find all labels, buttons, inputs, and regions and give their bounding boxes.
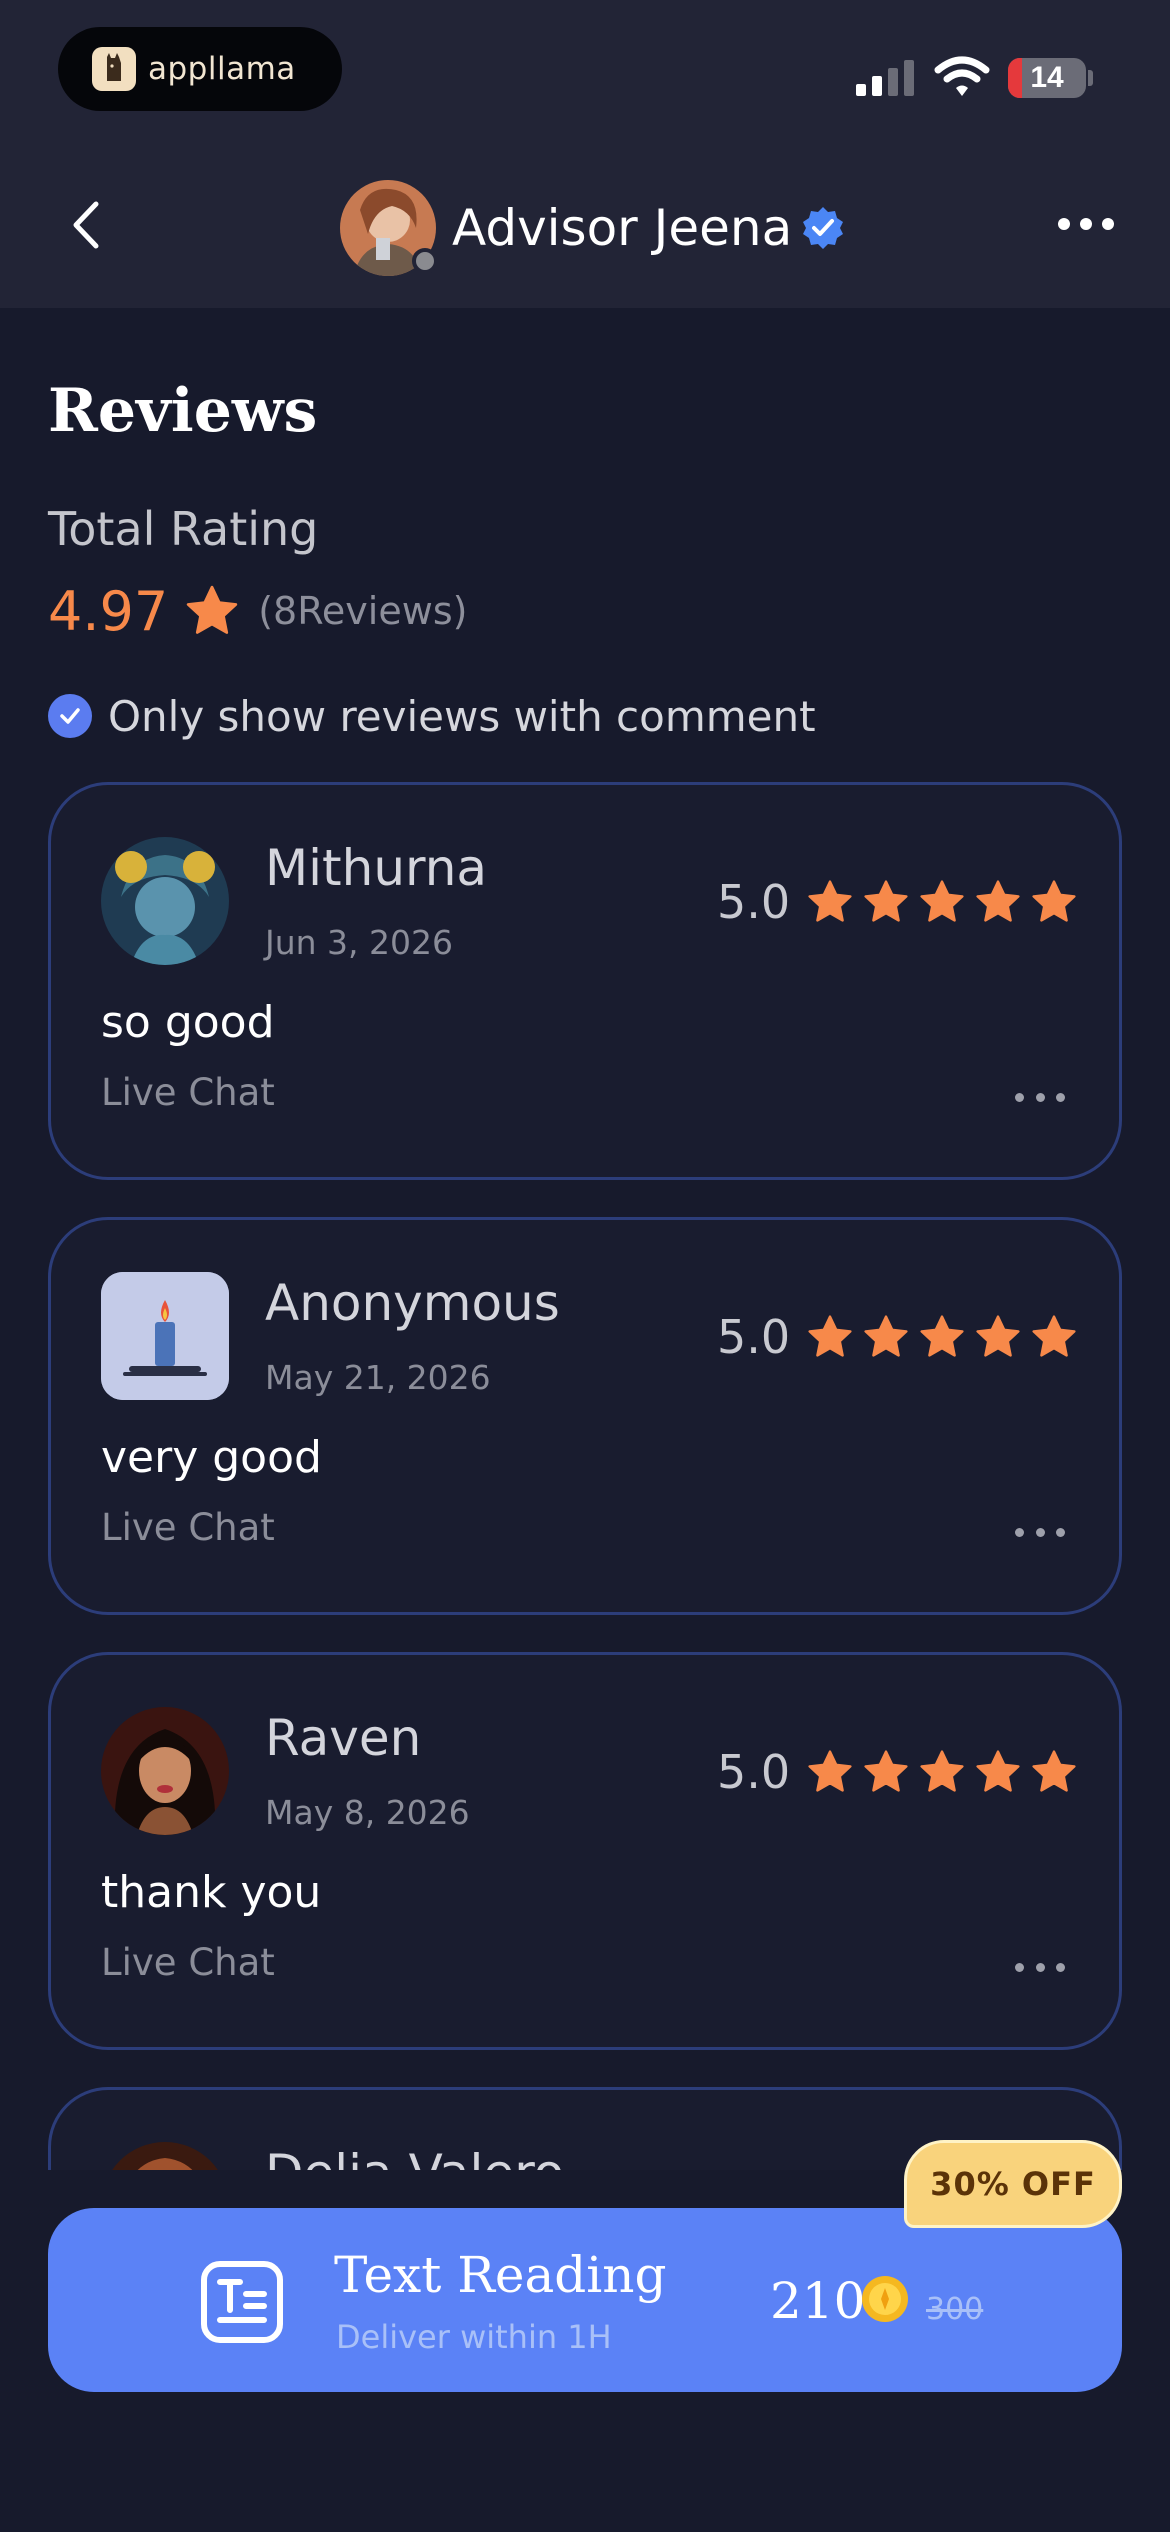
advisor-avatar [340,180,438,276]
review-date: Jun 3, 2026 [265,923,454,962]
star-icon [187,585,238,634]
review-rating: 5.0 [717,1745,1078,1799]
advisor-name: Advisor Jeena [452,199,793,257]
review-channel: Live Chat [101,1506,275,1549]
star-icon [1032,1315,1076,1357]
review-channel: Live Chat [101,1941,275,1984]
review-channel: Live Chat [101,1071,275,1114]
checkbox-checked-icon[interactable] [48,694,92,738]
back-button[interactable] [60,198,110,252]
battery-icon: 14 [1008,58,1086,98]
star-icon [976,1315,1020,1357]
cta-subtitle: Deliver within 1H [336,2318,612,2356]
app-pill-label: appllama [148,51,296,87]
star-icon [1032,1750,1076,1792]
coin-icon [862,2276,908,2322]
review-comment: so good [101,997,275,1048]
star-icon [976,880,1020,922]
star-icon [864,1750,908,1792]
review-more-button[interactable] [1015,1093,1065,1103]
star-icon [920,880,964,922]
chevron-left-icon [73,201,99,249]
review-comment: very good [101,1432,322,1483]
discount-badge: 30% OFF [904,2140,1122,2228]
cellular-signal-icon [856,60,914,96]
discount-label: 30% OFF [930,2165,1096,2203]
battery-tip [1088,70,1093,86]
total-rating: 4.97 (8Reviews) [48,578,467,644]
star-icon [1032,880,1076,922]
star-rating [806,1748,1078,1796]
status-bar: appllama 14 [0,0,1170,140]
star-icon [920,1750,964,1792]
review-card: Mithurna Jun 3, 2026 5.0 so good Live Ch… [48,782,1122,1180]
review-date: May 21, 2026 [265,1358,491,1397]
filter-label: Only show reviews with comment [108,691,816,741]
review-rating: 5.0 [717,875,1078,929]
text-reading-icon [201,2261,283,2343]
cta-title: Text Reading [334,2246,667,2304]
review-score: 5.0 [717,1745,791,1799]
cta-original-price: 300 [926,2292,984,2327]
star-icon [808,1315,852,1357]
review-score: 5.0 [717,875,791,929]
reviewer-name: Anonymous [265,1274,560,1332]
star-icon [920,1315,964,1357]
advisor-header: Advisor Jeena [0,140,1170,308]
verified-badge-icon [803,207,844,249]
reviewer-name: Raven [265,1709,422,1767]
anonymous-avatar [101,1272,229,1400]
star-icon [808,1750,852,1792]
star-icon [976,1750,1020,1792]
review-comment: thank you [101,1867,322,1918]
reviewer-name: Mithurna [265,839,488,897]
review-card: Raven May 8, 2026 5.0 thank you Live Cha… [48,1652,1122,2050]
review-more-button[interactable] [1015,1528,1065,1538]
star-icon [808,880,852,922]
review-more-button[interactable] [1015,1963,1065,1973]
offline-status-dot [412,248,438,274]
reviewer-avatar [101,837,229,965]
more-options-button[interactable] [1058,218,1114,232]
star-rating [806,878,1078,926]
review-date: May 8, 2026 [265,1793,470,1832]
total-rating-label: Total Rating [48,502,319,556]
wifi-icon [934,56,990,96]
cta-price: 210 [770,2272,866,2330]
average-rating: 4.97 [48,579,169,643]
app-pill: appllama [58,27,342,111]
review-score: 5.0 [717,1310,791,1364]
review-rating: 5.0 [717,1310,1078,1364]
page-title: Reviews [48,376,318,446]
advisor-title[interactable]: Advisor Jeena [340,178,846,278]
review-card: Anonymous May 21, 2026 5.0 very good Liv… [48,1217,1122,1615]
text-reading-button[interactable]: Text Reading Deliver within 1H 210 300 [48,2208,1122,2392]
star-icon [864,880,908,922]
star-icon [864,1315,908,1357]
reviewer-avatar [101,1707,229,1835]
candle-icon [101,1272,229,1400]
review-count: (8Reviews) [258,589,468,633]
llama-logo-icon [92,47,136,91]
star-rating [806,1313,1078,1361]
comment-filter-toggle[interactable]: Only show reviews with comment [48,688,816,744]
battery-level: 14 [1030,61,1064,94]
